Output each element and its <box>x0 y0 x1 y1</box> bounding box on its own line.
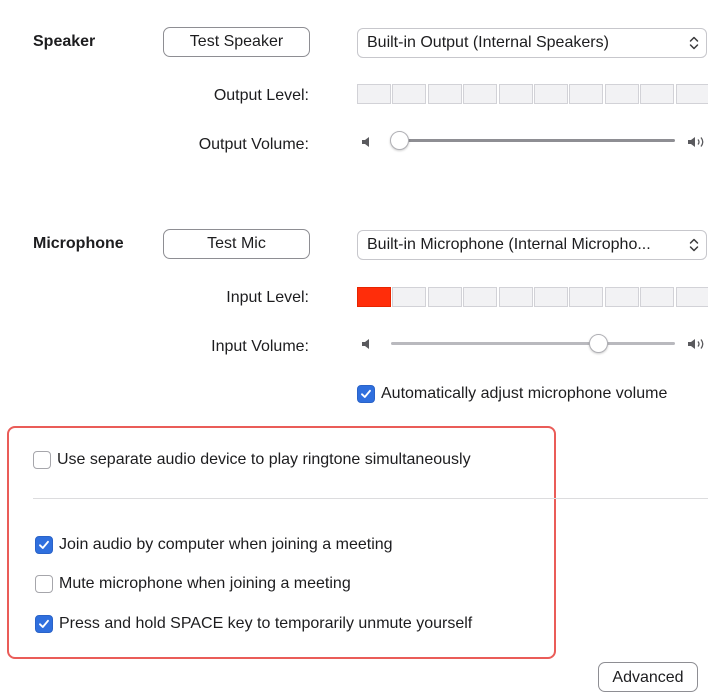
input-volume-slider[interactable] <box>391 342 675 345</box>
level-segment <box>569 287 604 307</box>
level-segment <box>392 84 427 104</box>
speaker-device-value: Built-in Output (Internal Speakers) <box>367 34 609 51</box>
chevron-up-down-icon <box>686 29 702 57</box>
level-segment <box>463 84 498 104</box>
speaker-section-label: Speaker <box>33 33 96 50</box>
level-segment <box>675 287 708 307</box>
microphone-device-select[interactable]: Built-in Microphone (Internal Micropho..… <box>357 230 707 260</box>
checkmark-icon <box>39 619 49 628</box>
join-by-computer-checkbox[interactable] <box>35 536 53 554</box>
level-segment <box>463 287 498 307</box>
test-mic-button[interactable]: Test Mic <box>163 229 310 259</box>
separate-ringtone-label: Use separate audio device to play ringto… <box>57 451 471 468</box>
speaker-low-icon <box>361 135 375 147</box>
level-segment <box>640 287 675 307</box>
level-segment <box>604 287 639 307</box>
speaker-device-select[interactable]: Built-in Output (Internal Speakers) <box>357 28 707 58</box>
output-volume-label: Output Volume: <box>198 136 309 153</box>
level-segment <box>427 84 462 104</box>
press-space-unmute-label: Press and hold SPACE key to temporarily … <box>59 615 473 632</box>
checkmark-icon <box>361 389 371 398</box>
separate-ringtone-checkbox[interactable] <box>33 451 51 469</box>
auto-adjust-checkbox[interactable] <box>357 385 375 403</box>
level-segment <box>498 287 533 307</box>
mute-on-join-label: Mute microphone when joining a meeting <box>59 575 351 592</box>
level-segment <box>569 84 604 104</box>
level-segment <box>357 84 391 104</box>
checkmark-icon <box>39 540 49 549</box>
level-segment <box>357 287 391 307</box>
microphone-device-value: Built-in Microphone (Internal Micropho..… <box>367 236 651 253</box>
output-volume-slider[interactable] <box>391 139 675 142</box>
input-volume-label: Input Volume: <box>211 338 309 355</box>
microphone-section-label: Microphone <box>33 235 124 252</box>
press-space-unmute-checkbox[interactable] <box>35 615 53 633</box>
input-volume-thumb[interactable] <box>588 334 608 353</box>
test-speaker-button[interactable]: Test Speaker <box>163 27 310 57</box>
advanced-button[interactable]: Advanced <box>598 662 698 692</box>
level-segment <box>533 84 568 104</box>
level-segment <box>604 84 639 104</box>
level-segment <box>498 84 533 104</box>
input-level-label: Input Level: <box>226 289 309 306</box>
output-level-meter <box>357 84 708 104</box>
level-segment <box>427 287 462 307</box>
output-level-label: Output Level: <box>213 87 309 104</box>
level-segment <box>640 84 675 104</box>
chevron-up-down-icon <box>686 231 702 259</box>
level-segment <box>675 84 708 104</box>
auto-adjust-label: Automatically adjust microphone volume <box>381 385 668 402</box>
speaker-low-icon <box>361 337 375 349</box>
speaker-high-icon <box>687 135 708 147</box>
level-segment <box>392 287 427 307</box>
join-by-computer-label: Join audio by computer when joining a me… <box>59 536 393 553</box>
level-segment <box>533 287 568 307</box>
output-volume-thumb[interactable] <box>390 131 410 150</box>
input-level-meter <box>357 287 708 307</box>
speaker-high-icon <box>687 337 708 349</box>
mute-on-join-checkbox[interactable] <box>35 575 53 593</box>
divider <box>33 498 708 499</box>
